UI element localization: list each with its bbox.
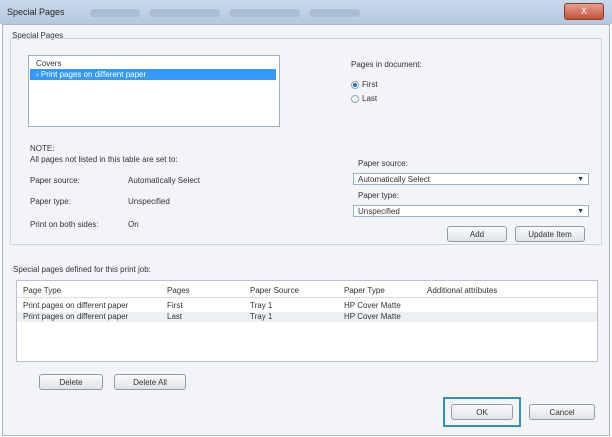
paper-source-value: Automatically Select — [358, 175, 431, 184]
window-title: Special Pages — [7, 7, 65, 17]
title-bar: Special Pages X — [0, 0, 612, 24]
note-label-paper-source: Paper source: — [30, 176, 80, 185]
column-header[interactable]: Pages — [167, 286, 190, 295]
radio-last[interactable] — [351, 95, 359, 103]
table-cell: HP Cover Matte — [344, 312, 401, 321]
note-label-both-sides: Print on both sides: — [30, 220, 99, 229]
paper-type-label: Paper type: — [358, 191, 399, 200]
radio-last-label: Last — [362, 94, 378, 103]
blurred-title-text — [310, 9, 360, 17]
list-item-print-different-paper[interactable]: › Print pages on different paper — [30, 69, 276, 80]
table-cell: HP Cover Matte — [344, 301, 401, 310]
blurred-title-text — [150, 9, 220, 17]
column-header[interactable]: Paper Type — [344, 286, 385, 295]
radio-first[interactable] — [351, 81, 359, 89]
blurred-title-text — [230, 9, 300, 17]
note-title: NOTE: — [30, 144, 55, 153]
cancel-button[interactable]: Cancel — [529, 404, 595, 420]
table-cell: Tray 1 — [250, 312, 273, 321]
list-item-label: Print pages on different paper — [40, 70, 147, 79]
special-pages-listbox[interactable]: Covers › Print pages on different paper — [28, 55, 280, 127]
column-header[interactable]: Additional attributes — [427, 286, 497, 295]
pages-in-document-label: Pages in document: — [351, 60, 422, 69]
radio-first-label: First — [362, 80, 378, 89]
column-header[interactable]: Paper Source — [250, 286, 299, 295]
defined-pages-label: Special pages defined for this print job… — [13, 265, 151, 274]
delete-button[interactable]: Delete — [39, 374, 103, 390]
header-divider — [17, 297, 597, 298]
note-value-both-sides: On — [128, 220, 139, 229]
ok-button[interactable]: OK — [451, 404, 513, 420]
table-cell: First — [167, 301, 183, 310]
table-header: Page Type Pages Paper Source Paper Type … — [17, 286, 597, 296]
paper-source-dropdown[interactable]: Automatically Select ▼ — [353, 173, 589, 185]
blurred-title-text — [90, 9, 140, 17]
paper-type-dropdown[interactable]: Unspecified ▼ — [353, 205, 589, 217]
table-cell: Print pages on different paper — [23, 301, 129, 310]
column-header[interactable]: Page Type — [23, 286, 61, 295]
table-row[interactable]: Print pages on different paper Last Tray… — [17, 312, 597, 322]
paper-source-label: Paper source: — [358, 159, 408, 168]
paper-type-value: Unspecified — [358, 207, 400, 216]
delete-all-button[interactable]: Delete All — [114, 374, 186, 390]
add-button[interactable]: Add — [447, 226, 507, 242]
table-row[interactable]: Print pages on different paper First Tra… — [17, 301, 597, 311]
defined-pages-table: Page Type Pages Paper Source Paper Type … — [16, 280, 598, 362]
table-cell: Print pages on different paper — [23, 312, 129, 321]
note-value-paper-source: Automatically Select — [128, 176, 201, 185]
chevron-down-icon: ▼ — [577, 176, 584, 183]
note-text: All pages not listed in this table are s… — [30, 155, 178, 164]
table-cell: Tray 1 — [250, 301, 273, 310]
list-item-covers[interactable]: Covers — [30, 58, 276, 69]
note-label-paper-type: Paper type: — [30, 197, 71, 206]
table-cell: Last — [167, 312, 183, 321]
chevron-down-icon: ▼ — [577, 208, 584, 215]
update-item-button[interactable]: Update Item — [515, 226, 585, 242]
close-button[interactable]: X — [564, 3, 604, 20]
note-value-paper-type: Unspecified — [128, 197, 170, 206]
